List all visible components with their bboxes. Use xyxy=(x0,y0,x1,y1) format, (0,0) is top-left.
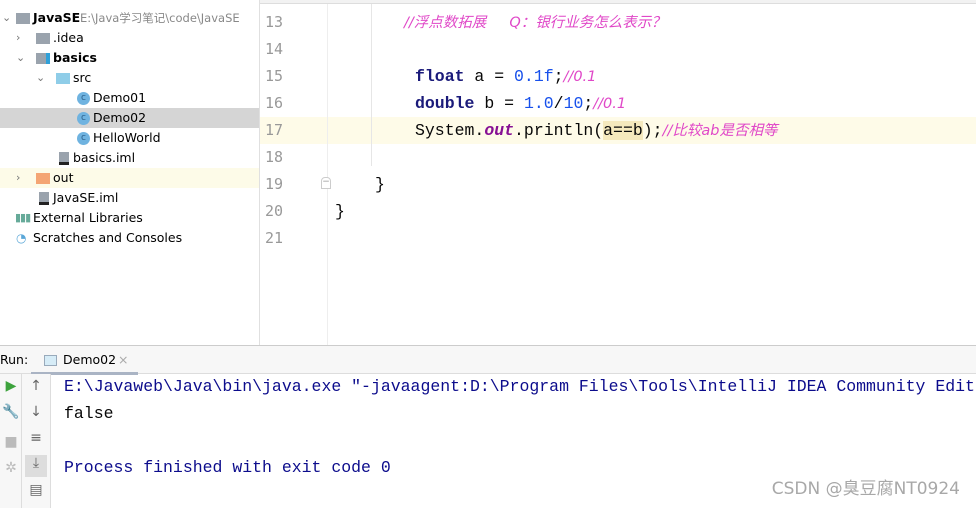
tree-label: out xyxy=(53,170,74,185)
code-line-19: } xyxy=(375,175,385,194)
module-folder-icon xyxy=(16,13,30,24)
tree-item-external-libraries[interactable]: ▮▮▮ External Libraries xyxy=(0,208,259,228)
chevron-down-icon[interactable]: ⌄ xyxy=(36,68,45,88)
console-output: false xyxy=(64,404,114,423)
run-label: Run: xyxy=(0,352,29,367)
arrow-up-icon[interactable]: ↑ xyxy=(25,378,47,394)
line-number: 15 xyxy=(265,67,284,85)
code-text: .println( xyxy=(514,121,604,140)
soft-wrap-icon[interactable]: ≡ xyxy=(25,430,47,446)
tree-item-javase[interactable]: ⌄ JavaSE E:\Java学习笔记\code\JavaSE xyxy=(0,8,259,28)
tree-item-demo01[interactable]: c Demo01 xyxy=(0,88,259,108)
code-text: System. xyxy=(415,121,485,140)
tree-label: JavaSE xyxy=(33,10,81,25)
tree-label: Demo02 xyxy=(93,110,147,125)
code-comment: //0.1 xyxy=(593,96,627,112)
wrench-icon[interactable]: 🔧 xyxy=(0,404,22,420)
print-icon[interactable]: ▤ xyxy=(25,482,47,498)
chevron-down-icon[interactable]: ⌄ xyxy=(2,8,11,28)
code-comment: //比较ab是否相等 xyxy=(662,123,778,139)
scroll-to-end-icon[interactable]: ⤓ xyxy=(25,455,47,477)
java-class-icon: c xyxy=(77,92,90,105)
debug-icon[interactable]: ✲ xyxy=(0,460,22,476)
run-toolbar-left: ▶ 🔧 ■ ✲ xyxy=(0,374,22,508)
number-literal: 1.0 xyxy=(523,94,554,113)
tree-item-src[interactable]: ⌄ src xyxy=(0,68,259,88)
console-command-line: E:\Javaweb\Java\bin\java.exe "-javaagent… xyxy=(64,377,976,396)
console-exit-message: Process finished with exit code 0 xyxy=(64,458,391,477)
line-number: 16 xyxy=(265,94,284,112)
chevron-right-icon[interactable]: › xyxy=(16,168,20,188)
scratches-icon: ◔ xyxy=(16,231,27,245)
tree-label: Demo01 xyxy=(93,90,147,105)
code-line-16: double b = 1.0/10;//0.1 xyxy=(328,90,976,117)
source-folder-icon xyxy=(56,73,70,84)
code-text: ; xyxy=(583,94,594,113)
run-tab-bar: Run: Demo02 × xyxy=(0,346,976,375)
tree-label: External Libraries xyxy=(33,210,143,225)
code-line-13: //浮点数拓展 Q：银行业务怎么表示？ xyxy=(328,9,976,36)
tree-label: HelloWorld xyxy=(93,130,161,145)
tree-item-scratches[interactable]: ◔ Scratches and Consoles xyxy=(0,228,259,248)
excluded-folder-icon xyxy=(36,173,50,184)
tree-label: .idea xyxy=(53,30,84,45)
module-folder-icon xyxy=(36,53,50,64)
line-number: 17 xyxy=(265,121,284,139)
tree-item-basics-iml[interactable]: basics.iml xyxy=(0,148,259,168)
tree-label: JavaSE.iml xyxy=(53,190,119,205)
java-class-icon: c xyxy=(77,132,90,145)
close-tab-icon[interactable]: × xyxy=(118,346,128,374)
watermark: CSDN @臭豆腐NT0924 xyxy=(771,479,960,499)
iml-file-icon xyxy=(39,192,49,205)
tree-item-idea[interactable]: › .idea xyxy=(0,28,259,48)
run-toolbar-right: ↑ ↓ ≡ ⤓ ▤ xyxy=(22,374,51,508)
keyword: double xyxy=(415,94,475,113)
stop-icon[interactable]: ■ xyxy=(0,434,22,450)
code-text: ); xyxy=(642,121,663,140)
line-number: 20 xyxy=(265,202,284,220)
code-text: ; xyxy=(553,67,564,86)
code-text: b = xyxy=(474,94,524,113)
highlighted-expression: a==b xyxy=(603,121,643,140)
code-text: / xyxy=(553,94,564,113)
tree-item-javase-iml[interactable]: JavaSE.iml xyxy=(0,188,259,208)
arrow-down-icon[interactable]: ↓ xyxy=(25,404,47,420)
line-number: 19 xyxy=(265,175,284,193)
tree-label: Scratches and Consoles xyxy=(33,230,183,245)
tree-label: basics.iml xyxy=(73,150,136,165)
line-number: 18 xyxy=(265,148,284,166)
library-icon: ▮▮▮ xyxy=(15,211,31,224)
console-icon xyxy=(44,355,57,366)
chevron-right-icon[interactable]: › xyxy=(16,28,20,48)
folder-icon xyxy=(36,33,50,44)
project-tree: ⌄ JavaSE E:\Java学习笔记\code\JavaSE › .idea… xyxy=(0,0,260,345)
java-class-icon: c xyxy=(77,112,90,125)
code-comment: //浮点数拓展 Q：银行业务怎么表示？ xyxy=(404,15,666,31)
line-number: 21 xyxy=(265,229,284,247)
run-tab-demo02[interactable]: Demo02 xyxy=(63,346,116,374)
iml-file-icon xyxy=(59,152,69,165)
chevron-down-icon[interactable]: ⌄ xyxy=(16,48,25,68)
line-number: 14 xyxy=(265,40,284,58)
tree-label: basics xyxy=(53,50,97,65)
project-path: E:\Java学习笔记\code\JavaSE xyxy=(80,11,240,25)
tree-item-basics[interactable]: ⌄ basics xyxy=(0,48,259,68)
code-line-15: float a = 0.1f;//0.1 xyxy=(328,63,976,90)
number-literal: 0.1f xyxy=(514,67,554,86)
code-line-20: } xyxy=(335,202,345,221)
code-comment: //0.1 xyxy=(563,69,597,85)
tree-item-helloworld[interactable]: c HelloWorld xyxy=(0,128,259,148)
keyword: float xyxy=(415,67,465,86)
code-editor[interactable]: 13 14 15 16 17 18 19 20 21 − //浮点数拓展 Q：银… xyxy=(260,4,976,345)
tree-item-out[interactable]: › out xyxy=(0,168,259,188)
rerun-icon[interactable]: ▶ xyxy=(0,378,22,394)
number-literal: 10 xyxy=(563,94,584,113)
code-text: a = xyxy=(464,67,515,86)
code-line-17: System.out.println(a==b);//比较ab是否相等 xyxy=(328,117,976,144)
tree-label: src xyxy=(73,70,92,85)
static-field: out xyxy=(484,121,515,140)
line-number: 13 xyxy=(265,13,284,31)
tree-item-demo02[interactable]: c Demo02 xyxy=(0,108,259,128)
